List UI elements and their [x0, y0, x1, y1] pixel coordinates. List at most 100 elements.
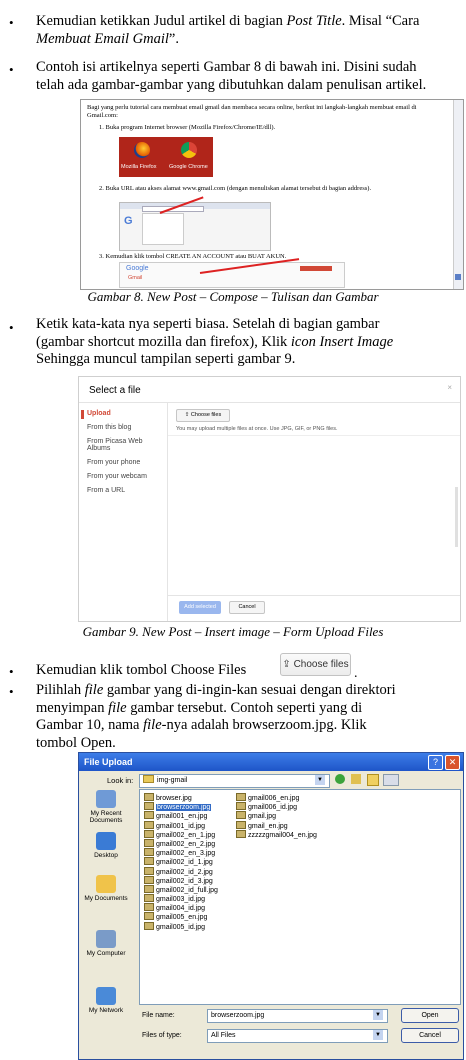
cancel-button[interactable]: Cancel	[229, 601, 265, 614]
file-item[interactable]: gmail.jpg	[236, 811, 356, 820]
fig8-step2: 2. Buka URL atau akses alamat www.gmail.…	[99, 185, 372, 192]
place-network[interactable]: My Network	[82, 987, 130, 1014]
window-title: File Upload	[79, 753, 463, 771]
cancel-button[interactable]: Cancel	[401, 1028, 459, 1043]
file-item[interactable]: gmail_en.jpg	[236, 820, 356, 830]
google-logo: Google	[126, 265, 149, 272]
views-icon[interactable]	[383, 774, 399, 786]
fig8-scrollbar	[453, 100, 463, 289]
file-item[interactable]: gmail002_en_1.jpg	[144, 829, 230, 839]
dialog-title: Select a file	[89, 385, 141, 396]
close-icon[interactable]: ×	[447, 383, 452, 392]
chevron-down-icon[interactable]: ▼	[373, 1030, 383, 1040]
file-name-label: File name:	[142, 1012, 175, 1019]
file-column-1: browser.jpg browserzoom.jpg gmail001_en.jp…	[144, 793, 230, 931]
add-selected-button[interactable]: Add selected	[179, 601, 221, 614]
file-type-select[interactable]: All Files	[207, 1029, 388, 1043]
file-item[interactable]: gmail002_id_full.jpg	[144, 884, 230, 894]
nav-upload[interactable]: Upload	[87, 410, 165, 417]
place-computer[interactable]: My Computer	[82, 930, 130, 957]
figure-10-file-upload-dialog: File Upload ? ✕ Look in: img-gmail ▼ My …	[78, 752, 464, 1060]
image-file-icon	[236, 802, 246, 811]
nav-picasa[interactable]: From Picasa Web Albums	[87, 438, 147, 452]
fig8-intro: Bagi yang perlu tutorial cara membuat em…	[87, 104, 417, 119]
figure-8-caption: Gambar 8. New Post – Compose – Tulisan d…	[87, 289, 379, 304]
upload-icon: ⇪	[184, 412, 190, 418]
file-type-label: Files of type:	[142, 1032, 182, 1039]
open-button[interactable]: Open	[401, 1008, 459, 1023]
choose-files-button[interactable]: ⇪ Choose files	[176, 409, 230, 422]
place-documents[interactable]: My Documents	[82, 875, 130, 902]
source-nav: Upload From this blog From Picasa Web Al…	[87, 410, 165, 501]
image-file-icon	[144, 884, 154, 893]
paragraph-1: Kemudian ketikkan Judul artikel di bagia…	[36, 13, 420, 47]
file-item[interactable]: gmail002_id_1.jpg	[144, 857, 230, 866]
image-file-icon	[236, 811, 246, 820]
firefox-label: Mozilla Firefox	[121, 164, 157, 170]
file-item[interactable]: gmail002_id_2.jpg	[144, 866, 230, 876]
file-name-input[interactable]: browserzoom.jpg	[207, 1009, 388, 1023]
chevron-down-icon[interactable]: ▼	[373, 1010, 383, 1020]
upload-hint: You may upload multiple files at once. U…	[176, 426, 338, 432]
file-list: browser.jpg browserzoom.jpg gmail001_en.jp…	[139, 789, 461, 1005]
bullet-2: •	[9, 62, 14, 77]
fig8-gmail-screenshot: Google Gmail	[119, 258, 345, 288]
file-column-2: gmail006_en.jpg gmail006_id.jpg gmail.jpg g…	[236, 793, 356, 839]
dialog-scrollbar[interactable]	[455, 487, 458, 547]
file-item[interactable]: browserzoom.jpg	[144, 802, 230, 812]
file-item[interactable]: gmail002_en_2.jpg	[144, 838, 230, 848]
nav-webcam[interactable]: From your webcam	[87, 473, 165, 480]
image-file-icon	[144, 802, 154, 811]
paragraph-5: Pilihlah file gambar yang di-ingin-kan s…	[36, 682, 396, 751]
image-file-icon	[144, 848, 154, 857]
file-item[interactable]: gmail006_en.jpg	[236, 793, 356, 802]
paragraph-4: Kemudian klik tombol Choose Files	[36, 662, 247, 678]
figure-8-compose: Bagi yang perlu tutorial cara membuat em…	[80, 99, 464, 290]
image-file-icon	[236, 793, 246, 801]
upload-icon: ⇪	[282, 659, 291, 670]
nav-from-blog[interactable]: From this blog	[87, 424, 165, 431]
fig8-browser-screenshot: G	[119, 196, 271, 251]
image-file-icon	[144, 857, 154, 866]
close-icon[interactable]: ✕	[445, 755, 460, 770]
file-item[interactable]: gmail003_id.jpg	[144, 894, 230, 903]
fig8-browser-icons: Mozilla Firefox Google Chrome	[119, 137, 213, 177]
chevron-down-icon[interactable]: ▼	[315, 775, 325, 785]
selected-marker	[81, 410, 84, 419]
image-file-icon	[144, 793, 154, 801]
file-item[interactable]: browser.jpg	[144, 793, 230, 802]
new-folder-icon[interactable]	[367, 774, 379, 786]
image-file-icon	[144, 838, 154, 847]
file-item[interactable]: gmail002_id_3.jpg	[144, 875, 230, 885]
up-folder-icon[interactable]	[351, 774, 361, 784]
file-item[interactable]: gmail006_id.jpg	[236, 802, 356, 811]
folder-icon	[143, 775, 154, 783]
place-desktop[interactable]: Desktop	[82, 832, 130, 859]
firefox-icon	[134, 142, 150, 158]
paragraph-2: Contoh isi artikelnya seperti Gambar 8 d…	[36, 59, 427, 93]
figure-9-caption: Gambar 9. New Post – Insert image – Form…	[82, 624, 384, 639]
look-in-select[interactable]: img-gmail	[139, 774, 330, 788]
bullet-1: •	[9, 15, 14, 30]
choose-files-inline-button[interactable]: ⇪ Choose files	[280, 653, 351, 676]
places-bar: My Recent Documents Desktop My Documents…	[82, 790, 132, 1059]
image-file-icon	[144, 921, 154, 930]
file-item[interactable]: gmail005_id.jpg	[144, 921, 230, 931]
file-item[interactable]: gmail002_en_3.jpg	[144, 848, 230, 857]
bullet-5: •	[9, 684, 14, 699]
create-account-highlight	[300, 266, 332, 271]
chrome-icon	[181, 142, 197, 158]
image-file-icon	[144, 820, 154, 829]
image-file-icon	[144, 903, 154, 912]
file-item[interactable]: gmail004_id.jpg	[144, 903, 230, 912]
nav-phone[interactable]: From your phone	[87, 459, 165, 466]
help-icon[interactable]: ?	[428, 755, 443, 770]
place-recent[interactable]: My Recent Documents	[82, 790, 130, 824]
file-item[interactable]: zzzzzgmail004_en.jpg	[236, 829, 356, 839]
file-item[interactable]: gmail001_en.jpg	[144, 811, 230, 820]
image-file-icon	[236, 829, 246, 838]
nav-url[interactable]: From a URL	[87, 487, 165, 494]
file-item[interactable]: gmail005_en.jpg	[144, 912, 230, 921]
file-item[interactable]: gmail001_id.jpg	[144, 820, 230, 830]
back-icon[interactable]	[335, 774, 345, 784]
